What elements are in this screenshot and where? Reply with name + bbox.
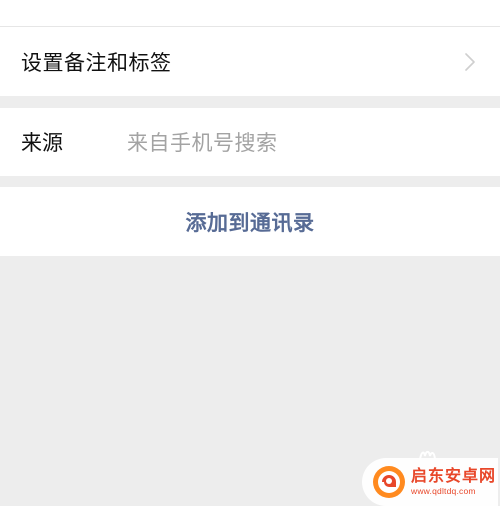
top-card-remnant (0, 0, 500, 26)
chevron-right-icon (460, 52, 480, 72)
set-remark-and-tags-row[interactable]: 设置备注和标签 (0, 27, 500, 96)
add-to-contacts-button[interactable]: 添加到通讯录 (0, 187, 500, 256)
source-row: 来源 来自手机号搜索 (0, 108, 500, 176)
source-value: 来自手机号搜索 (127, 131, 278, 155)
qidong-logo-icon (373, 466, 405, 498)
watermark-site-name: 启东安卓网 (411, 466, 497, 486)
watermark-site-url: www.qdltdq.com (411, 486, 476, 497)
set-remark-and-tags-label: 设置备注和标签 (21, 50, 172, 75)
add-to-contacts-label: 添加到通讯录 (185, 210, 315, 235)
watermark-badge: 启东安卓网 www.qdltdq.com (362, 458, 498, 506)
source-label: 来源 (21, 131, 63, 155)
